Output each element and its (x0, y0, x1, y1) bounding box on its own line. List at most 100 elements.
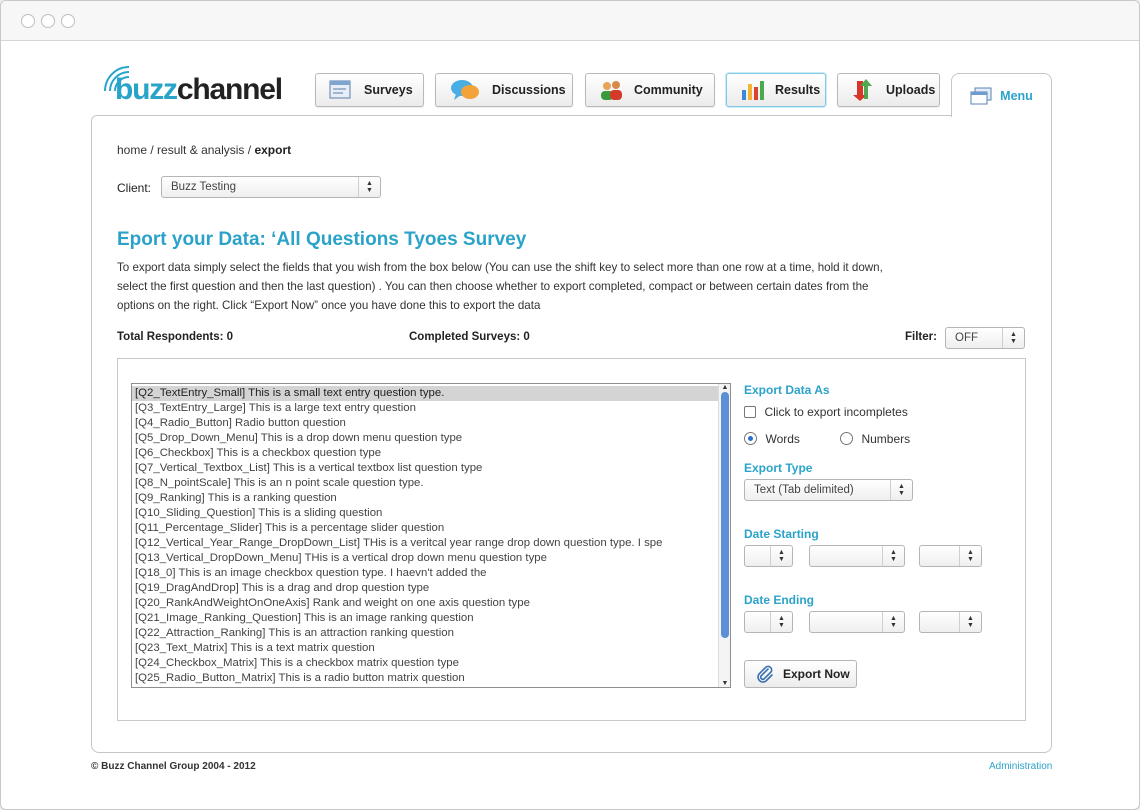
menu-tab-label: Menu (1000, 88, 1033, 103)
question-list-item[interactable]: [Q7_Vertical_Textbox_List] This is a ver… (132, 461, 718, 476)
filter-select-value: OFF (955, 332, 978, 344)
nav-community-label: Community (634, 83, 703, 97)
export-now-button[interactable]: Export Now (744, 660, 857, 688)
question-list-item[interactable]: [Q2_TextEntry_Small] This is a small tex… (132, 386, 718, 401)
incompletes-checkbox[interactable] (744, 405, 756, 418)
paperclip-icon (757, 665, 773, 683)
nav-results-button[interactable]: Results (726, 73, 826, 107)
question-list-item[interactable]: [Q4_Radio_Button] Radio button question (132, 416, 718, 431)
copyright-text: © Buzz Channel Group 2004 - 2012 (91, 761, 256, 772)
question-list-item[interactable]: [Q5_Drop_Down_Menu] This is a drop down … (132, 431, 718, 446)
window-minimize-icon[interactable] (41, 14, 55, 28)
export-type-value: Text (Tab delimited) (754, 484, 854, 496)
select-arrows-icon: ▲ ▼ (1002, 328, 1024, 348)
question-list-item[interactable]: [Q12_Vertical_Year_Range_DropDown_List] … (132, 536, 718, 551)
question-rows: [Q2_TextEntry_Small] This is a small tex… (132, 386, 718, 686)
nav-uploads-button[interactable]: Uploads (837, 73, 940, 107)
date-ending-heading: Date Ending (744, 593, 815, 607)
question-list-item[interactable]: [Q23_Text_Matrix] This is a text matrix … (132, 641, 718, 656)
page-title: Eport your Data: ‘All Questions Tyoes Su… (117, 229, 527, 250)
incompletes-option[interactable]: Click to export incompletes (744, 403, 908, 421)
select-arrows-icon: ▲ ▼ (770, 546, 792, 566)
window-close-icon[interactable] (21, 14, 35, 28)
menu-tab[interactable]: Menu (951, 73, 1052, 117)
question-list-item[interactable]: [Q22_Attraction_Ranking] This is an attr… (132, 626, 718, 641)
client-select-value: Buzz Testing (171, 181, 236, 193)
administration-link[interactable]: Administration (989, 761, 1052, 772)
logo-buzz: buzz (115, 73, 178, 106)
question-list-item[interactable]: [Q20_RankAndWeightOnOneAxis] Rank and we… (132, 596, 718, 611)
nav-discussions-button[interactable]: Discussions (435, 73, 573, 107)
nav-surveys-button[interactable]: Surveys (315, 73, 424, 107)
words-option[interactable]: Words (744, 430, 800, 448)
question-list-item[interactable]: [Q6_Checkbox] This is a checkbox questio… (132, 446, 718, 461)
export-as-heading: Export Data As (744, 383, 830, 397)
upload-arrows-icon (853, 79, 872, 101)
export-type-select[interactable]: Text (Tab delimited) ▲ ▼ (744, 479, 913, 501)
breadcrumb-current: export (254, 143, 292, 157)
question-list-item[interactable]: [Q11_Percentage_Slider] This is a percen… (132, 521, 718, 536)
question-list-item[interactable]: [Q25_Radio_Button_Matrix] This is a radi… (132, 671, 718, 686)
end-month-select[interactable]: ▲ ▼ (809, 611, 905, 633)
filter-select[interactable]: OFF ▲ ▼ (945, 327, 1025, 349)
start-day-select[interactable]: ▲ ▼ (744, 545, 793, 567)
incompletes-label: Click to export incompletes (764, 404, 908, 419)
select-arrows-icon: ▲ ▼ (959, 546, 981, 566)
question-list-item[interactable]: [Q8_N_pointScale] This is an n point sca… (132, 476, 718, 491)
completed-surveys: Completed Surveys: 0 (409, 331, 530, 343)
words-radio[interactable] (744, 432, 757, 446)
scrollbar-thumb[interactable] (721, 392, 729, 638)
nav-uploads-label: Uploads (886, 83, 936, 97)
end-day-select[interactable]: ▲ ▼ (744, 611, 793, 633)
intro-text: To export data simply select the fields … (117, 261, 883, 312)
select-arrows-icon: ▲ ▼ (882, 612, 904, 632)
breadcrumb: home / result & analysis / export (117, 143, 291, 157)
start-year-select[interactable]: ▲ ▼ (919, 545, 982, 567)
date-starting-heading: Date Starting (744, 527, 819, 541)
listbox-scrollbar[interactable]: ▲ ▼ (718, 384, 730, 687)
start-month-select[interactable]: ▲ ▼ (809, 545, 905, 567)
question-list-item[interactable]: [Q24_Checkbox_Matrix] This is a checkbox… (132, 656, 718, 671)
scroll-up-icon[interactable]: ▲ (719, 384, 730, 391)
select-arrows-icon: ▲ ▼ (770, 612, 792, 632)
question-list-item[interactable]: [Q10_Sliding_Question] This is a sliding… (132, 506, 718, 521)
client-select[interactable]: Buzz Testing ▲ ▼ (161, 176, 381, 198)
nav-community-button[interactable]: Community (585, 73, 715, 107)
buzzchannel-logo[interactable]: buzzchannel (101, 61, 283, 106)
speech-bubbles-icon (451, 80, 479, 100)
breadcrumb-separator: / (244, 143, 255, 157)
breadcrumb-home[interactable]: home (117, 143, 147, 157)
survey-form-icon (329, 80, 351, 99)
question-list-item[interactable]: [Q13_Vertical_DropDown_Menu] THis is a v… (132, 551, 718, 566)
window-titlebar (1, 1, 1139, 41)
nav-discussions-label: Discussions (492, 83, 566, 97)
scroll-down-icon[interactable]: ▼ (719, 680, 730, 687)
breadcrumb-separator: / (147, 143, 158, 157)
nav-results-label: Results (775, 83, 821, 97)
client-label: Client: (117, 181, 152, 195)
window-zoom-icon[interactable] (61, 14, 75, 28)
question-list-item[interactable]: [Q21_Image_Ranking_Question] This is an … (132, 611, 718, 626)
logo-channel: channel (176, 73, 283, 106)
question-list-item[interactable]: [Q18_0] This is an image checkbox questi… (132, 566, 718, 581)
numbers-option[interactable]: Numbers (840, 430, 910, 448)
end-year-select[interactable]: ▲ ▼ (919, 611, 982, 633)
people-icon (601, 81, 622, 100)
select-arrows-icon: ▲ ▼ (358, 177, 380, 197)
filter-label: Filter: (905, 331, 937, 343)
total-respondents: Total Respondents: 0 (117, 331, 234, 343)
question-list-item[interactable]: [Q9_Ranking] This is a ranking question (132, 491, 718, 506)
question-listbox[interactable]: [Q2_TextEntry_Small] This is a small tex… (131, 383, 731, 688)
nav-surveys-label: Surveys (364, 83, 413, 97)
numbers-radio[interactable] (840, 432, 853, 446)
question-list-item[interactable]: [Q19_DragAndDrop] This is a drag and dro… (132, 581, 718, 596)
breadcrumb-section[interactable]: result & analysis (157, 143, 244, 157)
export-type-heading: Export Type (744, 461, 813, 475)
select-arrows-icon: ▲ ▼ (882, 546, 904, 566)
window-stack-icon (970, 87, 992, 104)
bar-chart-icon (742, 81, 764, 100)
export-now-label: Export Now (783, 667, 850, 681)
question-list-item[interactable]: [Q3_TextEntry_Large] This is a large tex… (132, 401, 718, 416)
select-arrows-icon: ▲ ▼ (890, 480, 912, 500)
numbers-label: Numbers (861, 431, 911, 446)
